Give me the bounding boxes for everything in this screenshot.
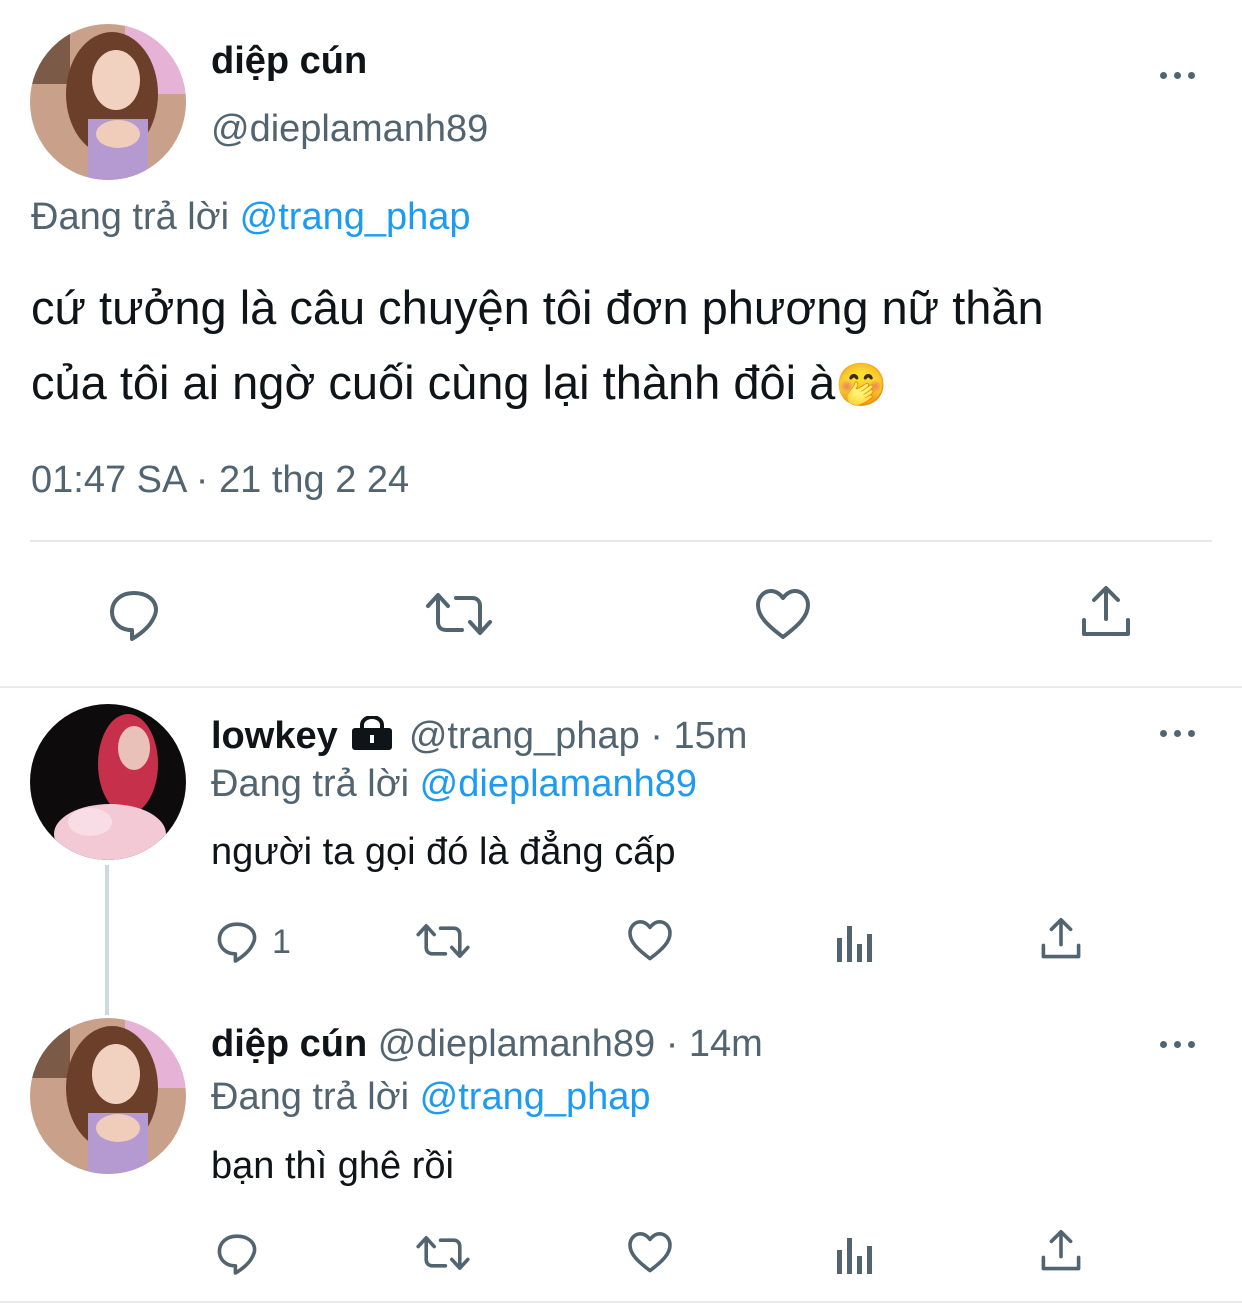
analytics-icon[interactable]: [832, 918, 880, 966]
reply-icon[interactable]: [104, 584, 164, 644]
tweet-text: cứ tưởng là câu chuyện tôi đơn phương nữ…: [31, 270, 1044, 422]
replying-prefix: Đang trả lời: [211, 763, 410, 805]
reply-text: bạn thì ghê rồi: [211, 1145, 454, 1187]
reply-header: diệp cún @dieplamanh89 · 14m: [211, 1021, 763, 1067]
section-divider: [0, 686, 1242, 688]
like-icon[interactable]: [753, 585, 813, 645]
avatar-dieplamanh89[interactable]: [30, 1018, 186, 1174]
like-icon[interactable]: [626, 917, 674, 965]
tweet-text-line-1: cứ tưởng là câu chuyện tôi đơn phương nữ…: [31, 281, 1044, 334]
replying-prefix: Đang trả lời: [211, 1076, 410, 1118]
replying-to-handle[interactable]: @trang_phap: [240, 196, 471, 238]
user-handle[interactable]: @trang_phap: [409, 715, 640, 757]
display-name[interactable]: lowkey: [211, 715, 338, 757]
separator-dot: ·: [665, 1023, 679, 1065]
share-icon[interactable]: [1037, 915, 1085, 963]
replying-to: Đang trả lời @dieplamanh89: [211, 761, 697, 807]
analytics-icon[interactable]: [832, 1230, 880, 1278]
divider: [30, 540, 1212, 542]
timestamp[interactable]: 01:47 SA · 21 thg 2 24: [31, 457, 409, 503]
reply-icon[interactable]: [213, 917, 261, 965]
reply-icon[interactable]: [213, 1229, 261, 1277]
lock-icon: [352, 715, 393, 761]
section-divider: [0, 1301, 1242, 1303]
replying-to: Đang trả lời @trang_phap: [31, 194, 471, 240]
more-options-icon[interactable]: [1160, 726, 1200, 740]
avatar-trang-phap[interactable]: [30, 704, 186, 860]
reply-count: 1: [272, 923, 291, 961]
share-icon[interactable]: [1037, 1227, 1085, 1275]
display-name[interactable]: diệp cún: [211, 1023, 367, 1065]
relative-time[interactable]: 15m: [674, 715, 748, 757]
retweet-icon[interactable]: [424, 584, 494, 644]
avatar-dieplamanh89[interactable]: [30, 24, 186, 180]
tweet-text-line-2: của tôi ai ngờ cuối cùng lại thành đôi à…: [31, 356, 888, 409]
user-handle[interactable]: @dieplamanh89: [378, 1023, 655, 1065]
like-icon[interactable]: [626, 1229, 674, 1277]
replying-to: Đang trả lời @trang_phap: [211, 1074, 651, 1120]
reply-header: lowkey @trang_phap · 15m: [211, 713, 747, 761]
retweet-icon[interactable]: [415, 917, 471, 965]
user-handle[interactable]: @dieplamanh89: [211, 106, 488, 152]
emoji-hand-over-mouth: 🤭: [835, 361, 888, 408]
share-icon[interactable]: [1076, 582, 1136, 642]
relative-time[interactable]: 14m: [689, 1023, 763, 1065]
display-name[interactable]: diệp cún: [211, 38, 367, 84]
separator-dot: ·: [650, 715, 663, 757]
replying-to-handle[interactable]: @trang_phap: [420, 1076, 651, 1118]
retweet-icon[interactable]: [415, 1229, 471, 1277]
replying-to-handle[interactable]: @dieplamanh89: [420, 763, 697, 805]
more-options-icon[interactable]: [1160, 1037, 1200, 1051]
thread-line: [105, 865, 109, 1015]
replying-prefix: Đang trả lời: [31, 196, 230, 238]
reply-text: người ta gọi đó là đẳng cấp: [211, 831, 676, 873]
more-options-icon[interactable]: [1160, 68, 1200, 82]
